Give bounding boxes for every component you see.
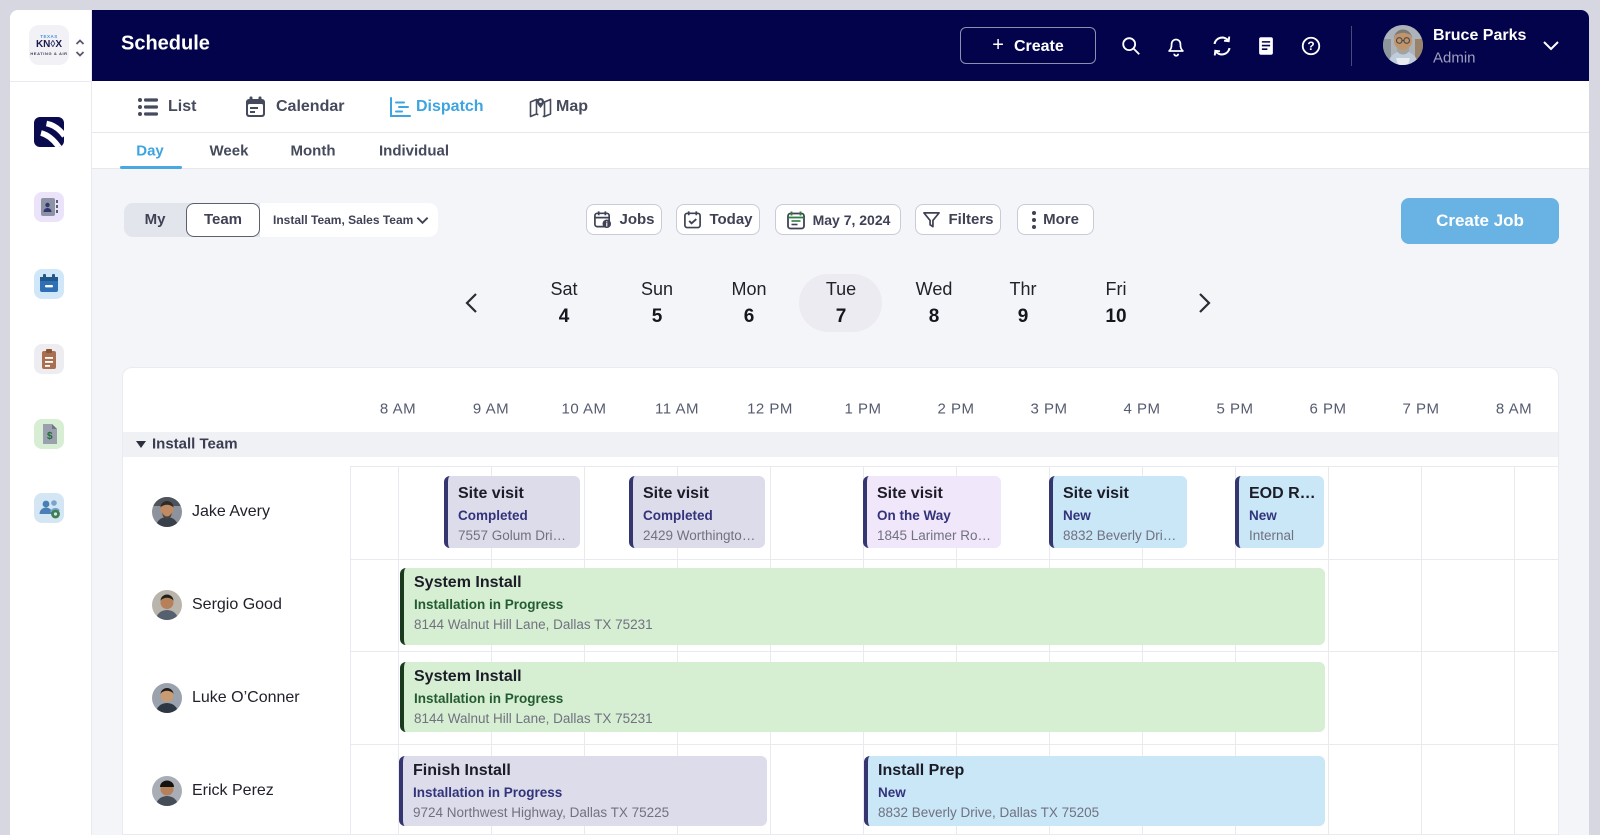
svg-text:i: i <box>606 220 608 229</box>
svg-text:?: ? <box>1307 39 1314 53</box>
svg-text:$: $ <box>47 431 53 442</box>
